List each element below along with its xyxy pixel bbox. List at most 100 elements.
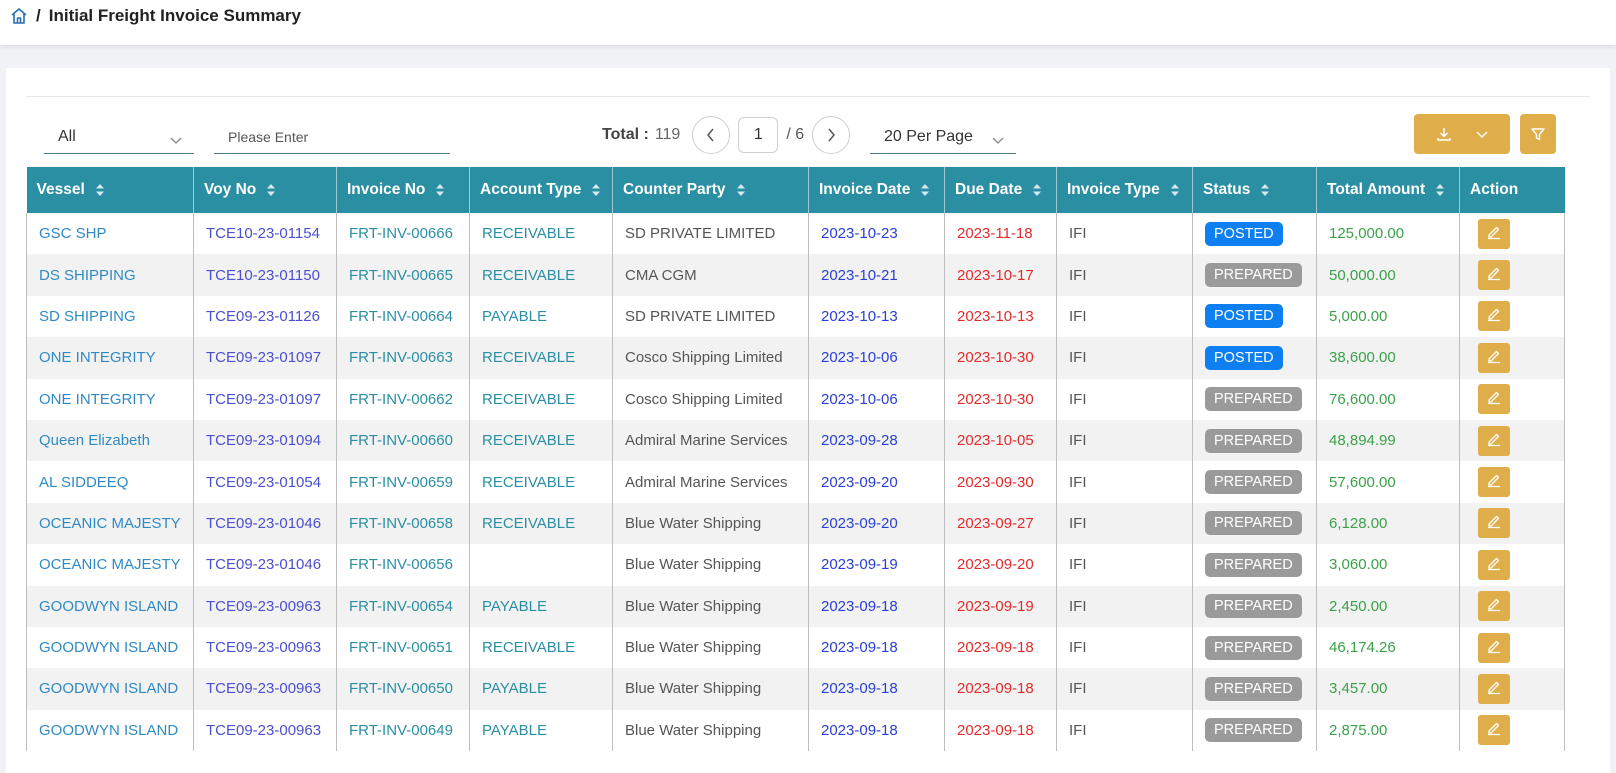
column-header[interactable]: Status (1192, 167, 1317, 213)
column-header[interactable]: Voy No (193, 167, 337, 213)
sort-icon[interactable] (920, 183, 930, 197)
counter-party-cell: Blue Water Shipping (612, 668, 809, 710)
sort-icon[interactable] (266, 183, 276, 197)
edit-button[interactable] (1478, 425, 1510, 456)
voyage-no-cell[interactable]: TCE09-23-01046 (193, 544, 337, 586)
invoice-date-cell: 2023-09-20 (808, 461, 945, 503)
voyage-no-cell[interactable]: TCE09-23-00963 (193, 668, 337, 710)
status-cell: POSTED (1192, 295, 1317, 338)
column-header[interactable]: Due Date (944, 167, 1057, 213)
page-number-input[interactable] (738, 117, 779, 153)
breadcrumb-separator: / (36, 6, 41, 25)
vessel-cell[interactable]: AL SIDDEEQ (26, 461, 194, 503)
vessel-cell[interactable]: DS SHIPPING (26, 254, 194, 296)
column-header[interactable]: Vessel (26, 167, 194, 213)
status-cell: PREPARED (1192, 378, 1317, 420)
invoice-no-cell[interactable]: FRT-INV-00666 (336, 213, 470, 255)
account-type-cell: PAYABLE (469, 709, 613, 752)
edit-button[interactable] (1478, 384, 1510, 415)
status-badge: PREPARED (1205, 511, 1302, 536)
download-button[interactable] (1414, 114, 1510, 154)
edit-button[interactable] (1478, 301, 1510, 332)
column-header[interactable]: Invoice No (336, 167, 470, 213)
sort-icon[interactable] (95, 183, 105, 197)
table-row: ONE INTEGRITY TCE09-23-01097 FRT-INV-00662… (26, 378, 1565, 420)
edit-button[interactable] (1478, 549, 1510, 580)
vessel-cell[interactable]: SD SHIPPING (26, 295, 194, 338)
vessel-cell[interactable]: Queen Elizabeth (26, 419, 194, 462)
prev-page-button[interactable] (692, 116, 731, 154)
sort-icon[interactable] (1170, 183, 1180, 197)
sort-icon[interactable] (435, 183, 445, 197)
vessel-cell[interactable]: GOODWYN ISLAND (26, 626, 194, 669)
voyage-no-cell[interactable]: TCE09-23-01097 (193, 337, 337, 379)
action-cell (1459, 544, 1565, 586)
per-page-select[interactable]: 20 Per Page (870, 120, 1016, 154)
voyage-no-cell[interactable]: TCE09-23-00963 (193, 585, 337, 627)
vessel-cell[interactable]: GSC SHP (26, 213, 194, 255)
invoice-no-cell[interactable]: FRT-INV-00662 (336, 378, 470, 420)
column-header[interactable]: Action (1460, 167, 1565, 213)
invoice-no-cell[interactable]: FRT-INV-00651 (336, 626, 470, 669)
voyage-no-cell[interactable]: TCE09-23-01097 (193, 378, 337, 420)
invoice-no-cell[interactable]: FRT-INV-00659 (336, 461, 470, 503)
filter-button[interactable] (1520, 114, 1556, 154)
invoice-no-cell[interactable]: FRT-INV-00658 (336, 502, 470, 545)
vessel-cell[interactable]: ONE INTEGRITY (26, 378, 194, 420)
edit-button[interactable] (1478, 342, 1510, 373)
vessel-cell[interactable]: GOODWYN ISLAND (26, 668, 194, 710)
column-header[interactable]: Invoice Date (808, 167, 945, 213)
column-header-label: Total Amount (1327, 181, 1426, 198)
sort-icon[interactable] (591, 183, 601, 197)
vessel-cell[interactable]: GOODWYN ISLAND (26, 585, 194, 627)
account-type-cell: RECEIVABLE (469, 461, 613, 503)
voyage-no-cell[interactable]: TCE10-23-01154 (193, 213, 337, 255)
voyage-no-cell[interactable]: TCE09-23-01046 (193, 502, 337, 545)
chevron-left-icon (707, 128, 714, 142)
invoice-no-cell[interactable]: FRT-INV-00660 (336, 419, 470, 462)
invoice-no-cell[interactable]: FRT-INV-00654 (336, 585, 470, 627)
sort-icon[interactable] (1260, 183, 1270, 197)
invoice-type-cell: IFI (1056, 213, 1193, 255)
invoice-no-cell[interactable]: FRT-INV-00663 (336, 337, 470, 379)
edit-button[interactable] (1478, 467, 1510, 498)
sort-icon[interactable] (736, 183, 746, 197)
column-header[interactable]: Account Type (469, 167, 613, 213)
vessel-cell[interactable]: GOODWYN ISLAND (26, 709, 194, 752)
due-date-cell: 2023-10-17 (944, 254, 1057, 296)
edit-button[interactable] (1478, 508, 1510, 539)
voyage-no-cell[interactable]: TCE09-23-01094 (193, 419, 337, 462)
edit-button[interactable] (1478, 260, 1510, 291)
vessel-cell[interactable]: OCEANIC MAJESTY (26, 544, 194, 586)
column-header[interactable]: Invoice Type (1056, 167, 1193, 213)
due-date-cell: 2023-10-30 (944, 337, 1057, 379)
search-input[interactable] (214, 120, 450, 154)
vessel-cell[interactable]: OCEANIC MAJESTY (26, 502, 194, 545)
edit-button[interactable] (1478, 591, 1510, 622)
edit-button[interactable] (1478, 632, 1510, 663)
column-header[interactable]: Total Amount (1316, 167, 1460, 213)
home-icon[interactable] (10, 7, 28, 25)
edit-button[interactable] (1478, 673, 1510, 704)
invoice-no-cell[interactable]: FRT-INV-00650 (336, 668, 470, 710)
invoice-no-cell[interactable]: FRT-INV-00664 (336, 295, 470, 338)
vessel-cell[interactable]: ONE INTEGRITY (26, 337, 194, 379)
status-badge: PREPARED (1205, 635, 1302, 660)
voyage-no-cell[interactable]: TCE10-23-01150 (193, 254, 337, 296)
voyage-no-cell[interactable]: TCE09-23-00963 (193, 626, 337, 669)
sort-icon[interactable] (1032, 183, 1042, 197)
voyage-no-cell[interactable]: TCE09-23-01054 (193, 461, 337, 503)
invoice-no-cell[interactable]: FRT-INV-00649 (336, 709, 470, 752)
type-filter-select[interactable]: All (44, 120, 194, 154)
edit-button[interactable] (1478, 715, 1510, 746)
next-page-button[interactable] (812, 116, 851, 154)
column-header[interactable]: Counter Party (612, 167, 809, 213)
voyage-no-cell[interactable]: TCE09-23-01126 (193, 295, 337, 338)
edit-button[interactable] (1478, 218, 1510, 249)
sort-icon[interactable] (1435, 183, 1445, 197)
invoice-no-cell[interactable]: FRT-INV-00656 (336, 544, 470, 586)
due-date-cell: 2023-09-18 (944, 668, 1057, 710)
voyage-no-cell[interactable]: TCE09-23-00963 (193, 709, 337, 752)
invoice-no-cell[interactable]: FRT-INV-00665 (336, 254, 470, 296)
edit-icon (1486, 224, 1502, 244)
